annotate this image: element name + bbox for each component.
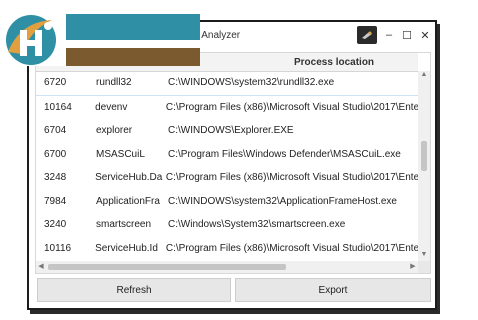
- minimize-button[interactable]: –: [383, 29, 395, 41]
- cell-pid: 6720: [44, 77, 67, 89]
- column-header-location[interactable]: Process location: [294, 57, 374, 68]
- tool-icon[interactable]: [357, 26, 377, 44]
- scroll-left-icon[interactable]: ◀: [36, 262, 46, 272]
- vertical-scrollbar[interactable]: ▲ ▼: [418, 71, 430, 261]
- cell-pid: 10116: [44, 242, 72, 254]
- horizontal-scroll-thumb[interactable]: [48, 264, 286, 270]
- scrollbar-corner: [418, 261, 430, 273]
- title-actions: – ☐ ✕: [357, 26, 431, 44]
- scroll-down-icon[interactable]: ▼: [418, 251, 430, 261]
- cell-pid: 7984: [44, 195, 67, 207]
- cell-path: C:\Program Files\Windows Defender\MSASCu…: [168, 148, 401, 160]
- maximize-button[interactable]: ☐: [401, 29, 413, 42]
- process-table: Process location 6720 rundll32 C:\WINDOW…: [35, 52, 431, 274]
- cell-path: C:\WINDOWS\system32\ApplicationFrameHost…: [168, 195, 397, 207]
- table-row[interactable]: 6720 rundll32 C:\WINDOWS\system32\rundll…: [36, 71, 418, 96]
- cell-name: explorer: [96, 125, 133, 137]
- vertical-scroll-thumb[interactable]: [421, 141, 427, 171]
- cell-pid: 6704: [44, 125, 67, 137]
- table-body: 6720 rundll32 C:\WINDOWS\system32\rundll…: [36, 71, 418, 261]
- cell-name: ServiceHub.Id: [95, 242, 158, 254]
- table-row[interactable]: 7984 ApplicationFra C:\WINDOWS\system32\…: [36, 190, 418, 214]
- cell-pid: 10164: [44, 101, 72, 113]
- table-row[interactable]: 6700 MSASCuiL C:\Program Files\Windows D…: [36, 143, 418, 167]
- cell-name: ApplicationFra: [96, 195, 160, 207]
- cell-path: C:\Windows\System32\smartscreen.exe: [168, 219, 346, 231]
- cell-name: MSASCuiL: [96, 148, 145, 160]
- table-row[interactable]: 10164 devenv C:\Program Files (x86)\Micr…: [36, 96, 418, 120]
- table-row[interactable]: 10116 ServiceHub.Id C:\Program Files (x8…: [36, 237, 418, 261]
- horizontal-scrollbar[interactable]: ◀ ▶: [36, 261, 418, 273]
- banner-bottom: [66, 48, 200, 66]
- refresh-button[interactable]: Refresh: [37, 278, 231, 302]
- close-button[interactable]: ✕: [419, 29, 431, 42]
- banner-top: [66, 14, 200, 40]
- cell-name: rundll32: [96, 77, 132, 89]
- scroll-right-icon[interactable]: ▶: [408, 262, 418, 272]
- cell-pid: 3240: [44, 219, 67, 231]
- export-button[interactable]: Export: [235, 278, 431, 302]
- cell-path: C:\Program Files (x86)\Microsoft Visual …: [165, 101, 418, 113]
- table-row[interactable]: 6704 explorer C:\WINDOWS\Explorer.EXE: [36, 119, 418, 143]
- cell-pid: 3248: [44, 172, 67, 184]
- table-row[interactable]: 3240 smartscreen C:\Windows\System32\sma…: [36, 213, 418, 237]
- cell-name: devenv: [95, 101, 128, 113]
- table-row[interactable]: 3248 ServiceHub.Da C:\Program Files (x86…: [36, 166, 418, 190]
- cell-path: C:\WINDOWS\Explorer.EXE: [168, 125, 294, 137]
- cell-path: C:\Program Files (x86)\Microsoft Visual …: [165, 172, 418, 184]
- cell-path: C:\Program Files (x86)\Microsoft Visual …: [165, 242, 418, 254]
- cell-path: C:\WINDOWS\system32\rundll32.exe: [168, 77, 335, 89]
- cell-name: smartscreen: [96, 219, 152, 231]
- cell-pid: 6700: [44, 148, 67, 160]
- logo-icon: [0, 10, 66, 66]
- cell-name: ServiceHub.Da: [95, 172, 163, 184]
- scroll-up-icon[interactable]: ▲: [418, 71, 430, 81]
